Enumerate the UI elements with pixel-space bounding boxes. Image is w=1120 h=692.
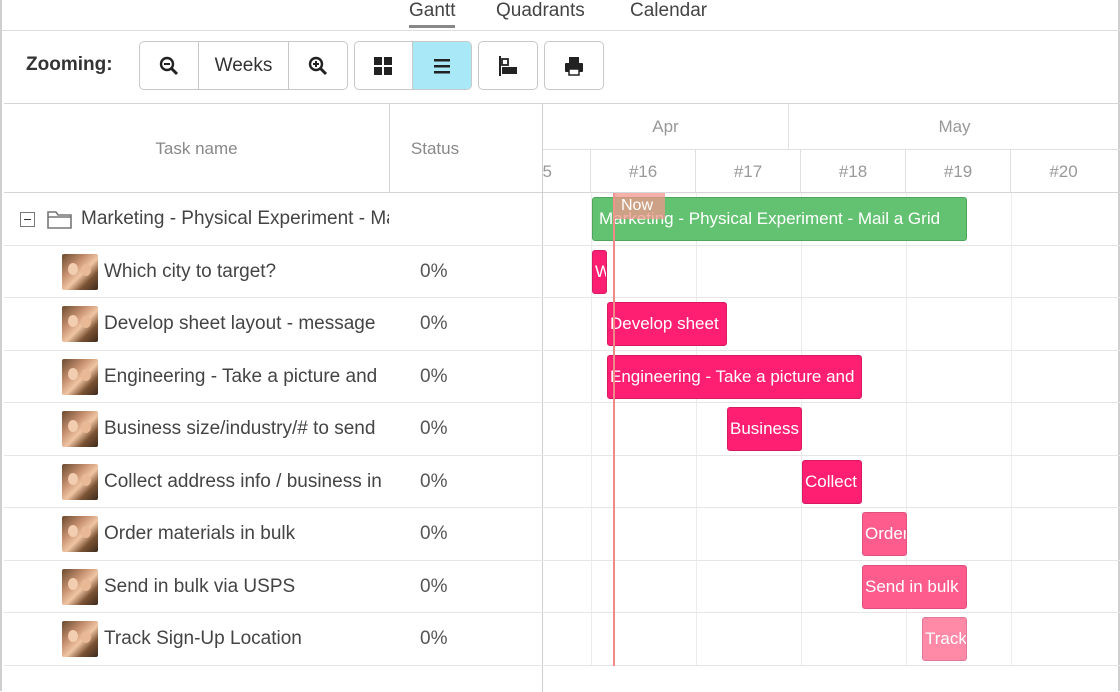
- task-name-cell: Order materials in bulk: [62, 508, 389, 560]
- task-status: 0%: [420, 260, 448, 282]
- task-name: Track Sign-Up Location: [104, 628, 302, 649]
- gantt-bar[interactable]: Develop sheet: [607, 302, 727, 346]
- task-name-cell: Develop sheet layout - message: [62, 298, 389, 350]
- task-name-cell: Engineering - Take a picture and: [62, 351, 389, 403]
- gantt-bar[interactable]: Order: [862, 512, 907, 556]
- task-name-cell: Send in bulk via USPS: [62, 561, 389, 613]
- task-name: Business size/industry/# to send: [104, 418, 376, 439]
- zoom-in-button[interactable]: [289, 42, 347, 89]
- task-name: Develop sheet layout - message: [104, 313, 376, 334]
- table-row[interactable]: Order materials in bulk 0%: [4, 508, 1120, 561]
- avatar: [62, 463, 98, 500]
- collapse-icon[interactable]: [20, 211, 35, 227]
- now-marker: Now: [613, 193, 665, 219]
- gantt-view-button[interactable]: [479, 42, 537, 89]
- avatar: [62, 358, 98, 395]
- month-label: May: [938, 116, 971, 136]
- task-name-cell: Business size/industry/# to send: [62, 403, 389, 455]
- layout-toggle: [354, 41, 472, 90]
- zoom-out-icon: [159, 56, 179, 75]
- task-status: 0%: [420, 313, 448, 334]
- table-row[interactable]: Business size/industry/# to send 0%: [4, 403, 1120, 456]
- gantt-bar[interactable]: Send in bulk: [862, 565, 967, 609]
- task-name-cell: Collect address info / business in: [62, 456, 389, 508]
- task-name: Which city to target?: [104, 260, 277, 282]
- week-label: 5: [543, 150, 591, 192]
- task-name: Engineering - Take a picture and: [104, 365, 378, 387]
- tab-calendar[interactable]: Calendar: [630, 0, 707, 22]
- task-name-cell: Track Sign-Up Location: [62, 613, 389, 665]
- task-name: Collect address info / business in: [104, 470, 382, 492]
- print-icon: [565, 56, 583, 76]
- table-row[interactable]: Which city to target? 0%: [4, 246, 1120, 298]
- list-view-button[interactable]: [412, 42, 471, 89]
- timeline-header: Apr May 5 #16 #17 #18 #19 #20: [543, 104, 1120, 193]
- task-status: 0%: [420, 628, 448, 649]
- view-tabs: Gantt Quadrants Calendar: [2, 0, 1120, 30]
- gantt-grid: Task name Status Apr May 5 #16 #17 #18 #…: [4, 103, 1120, 692]
- task-status: 0%: [420, 418, 448, 439]
- avatar: [62, 621, 98, 657]
- app-frame: Gantt Quadrants Calendar Zooming: Weeks: [0, 0, 1120, 692]
- week-label: #16: [591, 150, 696, 192]
- column-header-status[interactable]: Status: [390, 104, 480, 193]
- task-status: 0%: [420, 575, 448, 597]
- task-name: Send in bulk via USPS: [104, 575, 296, 597]
- task-status: 0%: [420, 470, 448, 492]
- gantt-bar[interactable]: Engineering - Take a picture and: [607, 355, 862, 399]
- table-row[interactable]: Engineering - Take a picture and 0%: [4, 351, 1120, 403]
- week-label: #17: [696, 150, 801, 192]
- week-label: #19: [906, 150, 1011, 192]
- gantt-bar[interactable]: W: [592, 250, 607, 294]
- avatar: [62, 253, 98, 290]
- avatar: [62, 568, 98, 605]
- week-label: #18: [801, 150, 906, 192]
- task-status: 0%: [420, 365, 448, 387]
- print-button[interactable]: [545, 42, 603, 89]
- gantt-bar[interactable]: Collect: [802, 460, 862, 504]
- month-label: Apr: [543, 104, 789, 149]
- toolbar: Zooming: Weeks: [2, 30, 1120, 103]
- task-name: Order materials in bulk: [104, 523, 296, 544]
- task-name-cell: Which city to target?: [62, 246, 389, 298]
- task-grid-header: Task name Status: [4, 104, 542, 193]
- print-group: [544, 41, 604, 90]
- zoom-out-button[interactable]: [140, 42, 199, 89]
- task-name: Marketing - Physical Experiment - Mail a…: [81, 208, 389, 229]
- table-row[interactable]: Develop sheet layout - message 0%: [4, 298, 1120, 351]
- gantt-view-icon: [499, 55, 517, 76]
- zoom-controls: Weeks: [139, 41, 348, 90]
- grid-view-button[interactable]: [355, 42, 413, 89]
- grid-view-icon: [374, 56, 393, 75]
- gantt-bar[interactable]: Business: [727, 407, 802, 451]
- column-header-task-name[interactable]: Task name: [4, 104, 389, 193]
- gantt-bar[interactable]: Track: [922, 617, 967, 661]
- now-line: [613, 193, 615, 666]
- week-label: #20: [1049, 161, 1078, 181]
- zoom-level-display[interactable]: Weeks: [199, 42, 289, 89]
- task-name-cell: Marketing - Physical Experiment - Mail a…: [4, 193, 389, 245]
- task-status: 0%: [420, 523, 448, 544]
- avatar: [62, 516, 98, 552]
- avatar: [62, 306, 98, 342]
- avatar: [62, 411, 98, 447]
- zoom-label: Zooming:: [26, 54, 113, 75]
- tab-quadrants[interactable]: Quadrants: [496, 0, 585, 22]
- zoom-in-icon: [308, 56, 328, 75]
- gantt-options: [478, 41, 538, 90]
- table-row[interactable]: Collect address info / business in 0%: [4, 456, 1120, 508]
- list-view-icon: [433, 58, 450, 73]
- folder-icon: [47, 211, 72, 229]
- tab-gantt[interactable]: Gantt: [409, 0, 456, 28]
